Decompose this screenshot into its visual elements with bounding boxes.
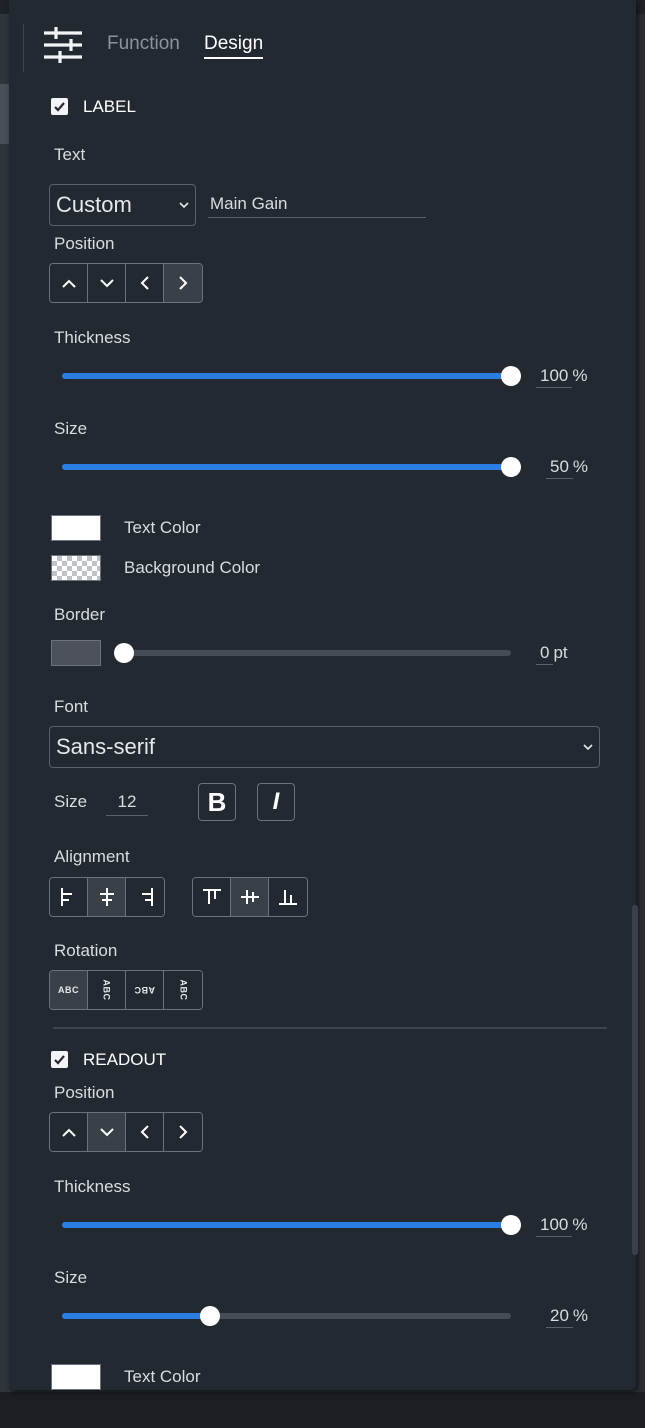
sliders-icon [44, 27, 82, 68]
readout-position-right-button[interactable] [164, 1113, 202, 1151]
label-checkbox[interactable] [51, 98, 68, 115]
align-middle-button[interactable] [231, 878, 269, 916]
checkmark-icon [54, 102, 65, 112]
slider-thumb[interactable] [200, 1306, 221, 1326]
align-top-icon [202, 889, 221, 904]
rotation-heading: Rotation [54, 941, 118, 960]
chevron-left-icon [140, 1125, 149, 1139]
align-bottom-button[interactable] [269, 878, 307, 916]
align-bottom-icon [279, 890, 297, 905]
panel-scrollbar[interactable] [632, 905, 638, 1255]
italic-button[interactable]: I [257, 783, 295, 821]
section-divider [53, 1027, 607, 1029]
readout-size-heading: Size [54, 1268, 88, 1287]
readout-thickness-heading: Thickness [54, 1177, 131, 1196]
background-color-swatch[interactable] [51, 555, 101, 581]
label-text-input[interactable]: Main Gain [208, 192, 426, 218]
readout-position-left-button[interactable] [126, 1113, 164, 1151]
font-select[interactable]: Sans-serif [49, 726, 600, 768]
rotation-90-button[interactable]: ABC [88, 971, 126, 1009]
font-size-input[interactable]: 12 [106, 790, 148, 816]
readout-position-group [49, 1112, 203, 1152]
border-heading: Border [54, 605, 106, 624]
border-value[interactable]: 0 pt [536, 643, 568, 665]
background-color-label: Background Color [124, 558, 261, 577]
slider-thumb[interactable] [501, 1215, 521, 1235]
tab-design[interactable]: Design [204, 33, 264, 59]
chevron-up-icon [61, 279, 76, 288]
label-size-value[interactable]: 50% [546, 457, 588, 479]
chevron-right-icon [178, 276, 187, 290]
bold-button[interactable]: B [198, 783, 236, 821]
readout-size-value[interactable]: 20% [546, 1306, 588, 1328]
align-center-button[interactable] [88, 878, 126, 916]
align-left-button[interactable] [50, 878, 88, 916]
readout-section-title: READOUT [83, 1050, 167, 1069]
font-heading: Font [54, 697, 89, 716]
position-heading: Position [54, 234, 115, 253]
position-right-button[interactable] [164, 264, 202, 302]
chevron-down-icon [99, 1127, 114, 1136]
readout-position-heading: Position [54, 1083, 115, 1102]
text-heading: Text [54, 145, 86, 164]
chevron-right-icon [178, 1125, 187, 1139]
label-thickness-slider[interactable] [62, 365, 521, 387]
slider-thumb[interactable] [114, 643, 134, 663]
align-center-icon [99, 888, 114, 906]
text-color-swatch[interactable] [51, 515, 101, 541]
chevron-down-icon [179, 202, 189, 209]
alignment-heading: Alignment [54, 847, 130, 866]
align-right-icon [142, 888, 153, 906]
readout-size-slider[interactable] [62, 1305, 511, 1327]
position-up-button[interactable] [50, 264, 88, 302]
readout-position-up-button[interactable] [50, 1113, 88, 1151]
rotation-180-button[interactable]: ABC [126, 971, 164, 1009]
properties-panel: Function Design LABEL Text Custom Main G… [9, 0, 638, 1390]
chevron-down-icon [583, 744, 593, 751]
label-thickness-value[interactable]: 100% [536, 366, 588, 388]
text-color-label: Text Color [124, 518, 201, 537]
slider-thumb[interactable] [501, 366, 521, 386]
align-top-button[interactable] [193, 878, 231, 916]
align-right-button[interactable] [126, 878, 164, 916]
size-heading: Size [54, 419, 88, 438]
rotation-group: ABC ABC ABC ABC [49, 970, 203, 1010]
chevron-up-icon [61, 1128, 76, 1137]
align-middle-icon [240, 890, 259, 904]
label-size-slider[interactable] [62, 456, 521, 478]
border-slider[interactable] [114, 642, 511, 664]
chevron-left-icon [140, 276, 149, 290]
readout-text-color-swatch[interactable] [51, 1364, 101, 1390]
readout-text-color-label: Text Color [124, 1367, 201, 1386]
tab-function[interactable]: Function [107, 33, 180, 55]
rotation-270-button[interactable]: ABC [164, 971, 202, 1009]
position-left-button[interactable] [126, 264, 164, 302]
label-position-group [49, 263, 203, 303]
readout-position-down-button[interactable] [88, 1113, 126, 1151]
slider-thumb[interactable] [501, 457, 521, 477]
readout-thickness-value[interactable]: 100% [536, 1215, 588, 1237]
horizontal-align-group [49, 877, 165, 917]
readout-checkbox[interactable] [51, 1051, 68, 1068]
checkmark-icon [54, 1055, 65, 1065]
chevron-down-icon [99, 278, 114, 287]
border-color-swatch[interactable] [51, 640, 101, 666]
position-down-button[interactable] [88, 264, 126, 302]
rotation-0-button[interactable]: ABC [50, 971, 88, 1009]
thickness-heading: Thickness [54, 328, 131, 347]
text-mode-select[interactable]: Custom [49, 184, 196, 226]
divider [23, 24, 24, 72]
background-status-bar [0, 1392, 645, 1428]
label-section-title: LABEL [83, 97, 136, 116]
align-left-icon [60, 888, 72, 906]
readout-thickness-slider[interactable] [62, 1214, 521, 1236]
font-size-label: Size [54, 792, 88, 811]
vertical-align-group [192, 877, 308, 917]
